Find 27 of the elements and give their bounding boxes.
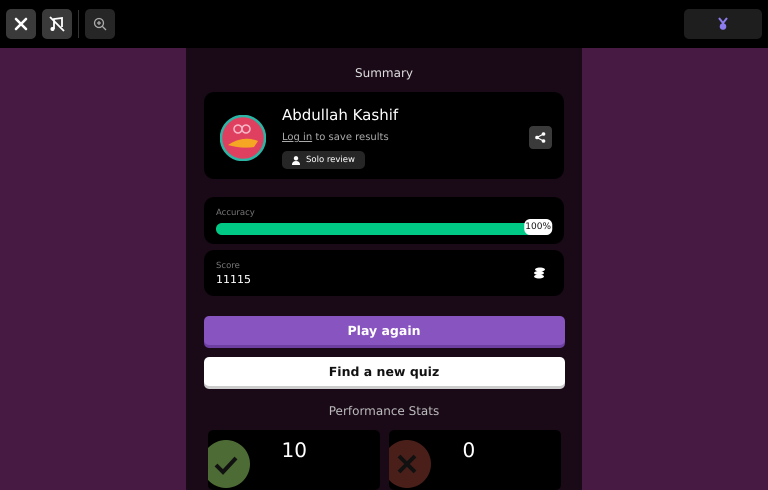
stat-value: 10 [282, 438, 307, 464]
close-icon [13, 16, 29, 32]
score-label: Score [216, 260, 241, 271]
find-quiz-button[interactable]: Find a new quiz [204, 356, 564, 386]
login-hint: to save results [315, 132, 389, 143]
music-off-icon [48, 15, 66, 33]
zoom-in-icon [93, 17, 107, 31]
coins-icon [533, 267, 546, 280]
medal-icon [717, 17, 729, 31]
accuracy-reading: 100% [524, 219, 552, 235]
zoom-in-button[interactable] [85, 9, 115, 39]
login-link[interactable]: Log in [282, 132, 312, 143]
score-value: 11115 [216, 272, 251, 286]
close-button[interactable] [6, 9, 36, 39]
accuracy-label: Accuracy [216, 208, 256, 218]
mode-badge: Solo review [282, 151, 365, 169]
share-icon [535, 132, 546, 143]
summary-title: Summary [355, 66, 413, 80]
player-name: Abdullah Kashif [282, 106, 398, 124]
music-off-button[interactable] [42, 9, 72, 39]
avatar-icon [220, 114, 266, 160]
person-icon [292, 156, 300, 164]
share-button[interactable] [529, 126, 552, 149]
stat-value: 0 [462, 438, 476, 464]
medal-button[interactable] [684, 9, 762, 39]
stats-title: Performance Stats [328, 404, 440, 418]
play-again-button[interactable]: Play again [204, 316, 564, 345]
